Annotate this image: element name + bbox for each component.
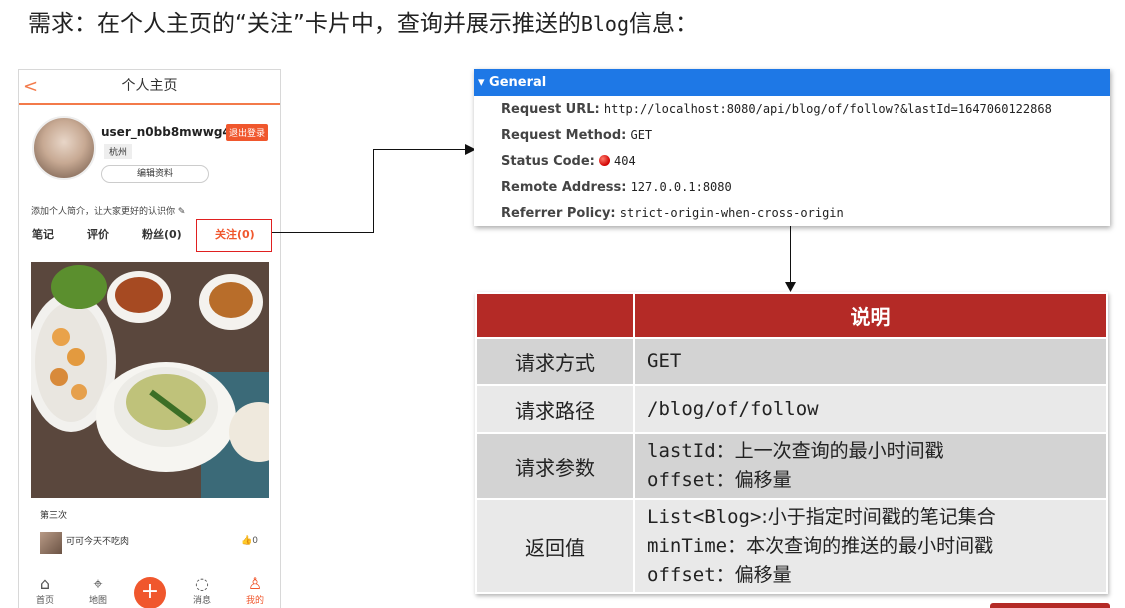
nav-messages-label: 消息 bbox=[192, 596, 211, 606]
nav-me[interactable]: ♙ 我的 bbox=[239, 574, 271, 607]
status-code-row: Status Code: 404 bbox=[474, 148, 1110, 174]
referrer-policy-row: Referrer Policy: strict-origin-when-cros… bbox=[474, 200, 1110, 226]
tab-reviews[interactable]: 评价 bbox=[87, 226, 109, 242]
connector-line bbox=[373, 149, 467, 150]
map-pin-icon: ⌖ bbox=[93, 574, 103, 593]
nav-map-label: 地图 bbox=[88, 596, 107, 606]
ret-list-desc: :小于指定时间戳的笔记集合 bbox=[761, 505, 996, 528]
params-label: 请求参数 bbox=[475, 432, 635, 500]
author-avatar[interactable] bbox=[40, 532, 62, 554]
slide-title: 需求：在个人主页的“关注”卡片中，查询并展示推送的Blog信息： bbox=[28, 4, 698, 38]
table-row: 返回值 List<Blog>:小于指定时间戳的笔记集合 minTime：本次查询… bbox=[475, 498, 1108, 594]
add-post-button[interactable]: + bbox=[134, 577, 166, 608]
nav-me-label: 我的 bbox=[245, 596, 264, 606]
phone-mockup: < 个人主页 user_n0bb8mwwg4 退出登录 杭州 编辑资料 添加个人… bbox=[18, 69, 281, 608]
nav-home-label: 首页 bbox=[35, 596, 54, 606]
table-row: 请求参数 lastId：上一次查询的最小时间戳 offset：偏移量 bbox=[475, 432, 1108, 500]
status-code-value: 404 bbox=[614, 154, 636, 168]
referrer-policy-key: Referrer Policy: bbox=[501, 206, 616, 221]
decorative-bar bbox=[990, 603, 1110, 608]
food-photo-image bbox=[31, 262, 269, 498]
table-header: 说明 bbox=[633, 292, 1108, 339]
request-url-value: http://localhost:8080/api/blog/of/follow… bbox=[603, 102, 1052, 116]
remote-address-key: Remote Address: bbox=[501, 180, 627, 195]
method-value: GET bbox=[633, 337, 1108, 386]
post-author[interactable]: 可可今天不吃肉 bbox=[66, 534, 129, 547]
nav-messages[interactable]: ◌ 消息 bbox=[186, 574, 218, 607]
request-method-key: Request Method: bbox=[501, 128, 627, 143]
param-offset-code: offset bbox=[647, 469, 716, 491]
post-caption: 第三次 bbox=[40, 511, 68, 521]
request-method-value: GET bbox=[630, 128, 653, 142]
table-row: 请求路径 /blog/of/follow bbox=[475, 384, 1108, 434]
avatar[interactable] bbox=[32, 116, 96, 180]
home-icon: ⌂ bbox=[39, 574, 51, 593]
ret-offset-code: offset bbox=[647, 563, 716, 586]
ret-mintime-code: minTime bbox=[647, 534, 728, 557]
chat-icon: ◌ bbox=[195, 574, 209, 593]
like-count: 0 bbox=[252, 536, 258, 546]
request-method-row: Request Method: GET bbox=[474, 122, 1110, 148]
username: user_n0bb8mwwg4 bbox=[101, 125, 231, 139]
param-lastid-desc: ：上一次查询的最小时间戳 bbox=[715, 440, 944, 462]
city-badge: 杭州 bbox=[104, 144, 133, 159]
ret-list-code: List<Blog> bbox=[647, 505, 762, 528]
tab-fans[interactable]: 粉丝(0) bbox=[142, 226, 182, 242]
param-lastid-code: lastId bbox=[647, 440, 716, 462]
nav-map[interactable]: ⌖ 地图 bbox=[82, 574, 114, 607]
phone-header: < 个人主页 bbox=[19, 70, 280, 105]
post-photo[interactable] bbox=[31, 262, 269, 498]
remote-address-value: 127.0.0.1:8080 bbox=[630, 180, 732, 194]
edit-profile-button[interactable]: 编辑资料 bbox=[101, 165, 209, 183]
request-url-row: Request URL: http://localhost:8080/api/b… bbox=[474, 96, 1110, 122]
table-header-row: 说明 bbox=[475, 292, 1108, 339]
devtools-general-panel: ▾ General Request URL: http://localhost:… bbox=[474, 69, 1110, 226]
title-code: Blog bbox=[580, 12, 630, 36]
ret-mintime-desc: ：本次查询的推送的最小时间戳 bbox=[727, 534, 994, 557]
logout-button[interactable]: 退出登录 bbox=[226, 124, 269, 141]
request-url-key: Request URL: bbox=[501, 102, 600, 117]
method-label: 请求方式 bbox=[475, 337, 635, 386]
ret-offset-desc: ：偏移量 bbox=[715, 563, 792, 586]
status-code-key: Status Code: bbox=[501, 154, 595, 169]
referrer-policy-value: strict-origin-when-cross-origin bbox=[619, 206, 844, 220]
connector-line bbox=[272, 232, 373, 233]
status-error-icon bbox=[599, 155, 611, 166]
tab-notes[interactable]: 笔记 bbox=[32, 226, 54, 242]
title-prefix: 需求：在个人主页的“关注”卡片中，查询并展示推送的 bbox=[28, 11, 581, 37]
thumbs-up-icon: 👍 bbox=[241, 536, 253, 546]
path-value: /blog/of/follow bbox=[633, 384, 1108, 434]
phone-header-title: 个人主页 bbox=[121, 78, 178, 94]
back-icon[interactable]: < bbox=[23, 70, 38, 103]
table-corner bbox=[475, 292, 635, 339]
remote-address-row: Remote Address: 127.0.0.1:8080 bbox=[474, 174, 1110, 200]
user-icon: ♙ bbox=[247, 574, 263, 593]
connector-line bbox=[790, 226, 791, 284]
path-label: 请求路径 bbox=[475, 384, 635, 434]
nav-home[interactable]: ⌂ 首页 bbox=[29, 574, 61, 607]
return-value: List<Blog>:小于指定时间戳的笔记集合 minTime：本次查询的推送的… bbox=[633, 498, 1108, 594]
follow-tab-highlight bbox=[196, 219, 272, 252]
title-suffix: 信息： bbox=[629, 11, 699, 37]
connector-line bbox=[373, 149, 374, 233]
profile-intro[interactable]: 添加个人简介，让大家更好的认识你 ✎ bbox=[31, 204, 185, 217]
like-button[interactable]: 👍0 bbox=[241, 536, 258, 546]
api-spec-table: 说明 请求方式 GET 请求路径 /blog/of/follow 请求参数 la… bbox=[475, 292, 1108, 594]
param-offset-desc: ：偏移量 bbox=[715, 469, 792, 491]
return-label: 返回值 bbox=[475, 498, 635, 594]
general-section-toggle[interactable]: ▾ General bbox=[474, 69, 1110, 96]
params-value: lastId：上一次查询的最小时间戳 offset：偏移量 bbox=[633, 432, 1108, 500]
table-row: 请求方式 GET bbox=[475, 337, 1108, 386]
